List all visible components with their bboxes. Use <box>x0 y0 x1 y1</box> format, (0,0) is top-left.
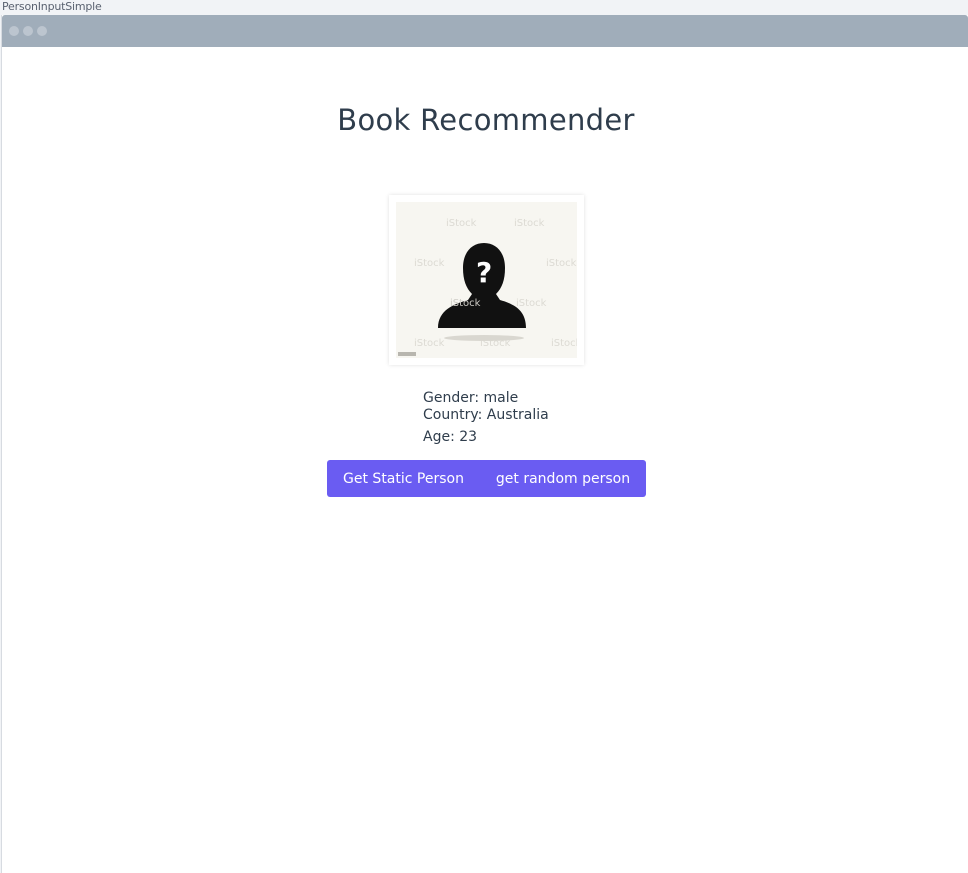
window-dot-icon <box>23 26 33 36</box>
story-name: PersonInputSimple <box>2 0 102 13</box>
person-country: Country: Australia <box>423 407 549 423</box>
svg-text:iStock: iStock <box>516 298 547 309</box>
action-buttons: Get Static Person get random person <box>327 460 646 497</box>
svg-text:iStock: iStock <box>546 258 577 269</box>
person-avatar-image: iStock iStock iStock iStock iStock iStoc… <box>396 202 577 358</box>
get-random-person-button[interactable]: get random person <box>480 460 646 497</box>
person-details: Gender: male Country: Australia Age: 23 <box>423 390 549 446</box>
person-gender: Gender: male <box>423 390 519 406</box>
svg-text:iStock: iStock <box>551 338 577 349</box>
person-age: Age: 23 <box>423 429 478 445</box>
svg-text:iStock: iStock <box>514 218 545 229</box>
browser-frame: Book Recommender iStock iStock iStock iS… <box>1 15 968 873</box>
svg-text:iStock: iStock <box>414 338 445 349</box>
page-title: Book Recommender <box>337 103 635 137</box>
app-content: Book Recommender iStock iStock iStock iS… <box>2 47 968 873</box>
svg-text:iStock: iStock <box>450 298 481 309</box>
svg-text:iStock: iStock <box>446 218 477 229</box>
get-static-person-button[interactable]: Get Static Person <box>327 460 480 497</box>
svg-text:?: ? <box>476 256 492 289</box>
window-dot-icon <box>9 26 19 36</box>
svg-text:iStock: iStock <box>414 258 445 269</box>
window-titlebar <box>2 15 968 47</box>
window-dot-icon <box>37 26 47 36</box>
avatar-card: iStock iStock iStock iStock iStock iStoc… <box>389 195 584 365</box>
unknown-person-silhouette-icon: iStock iStock iStock iStock iStock iStoc… <box>396 202 577 358</box>
